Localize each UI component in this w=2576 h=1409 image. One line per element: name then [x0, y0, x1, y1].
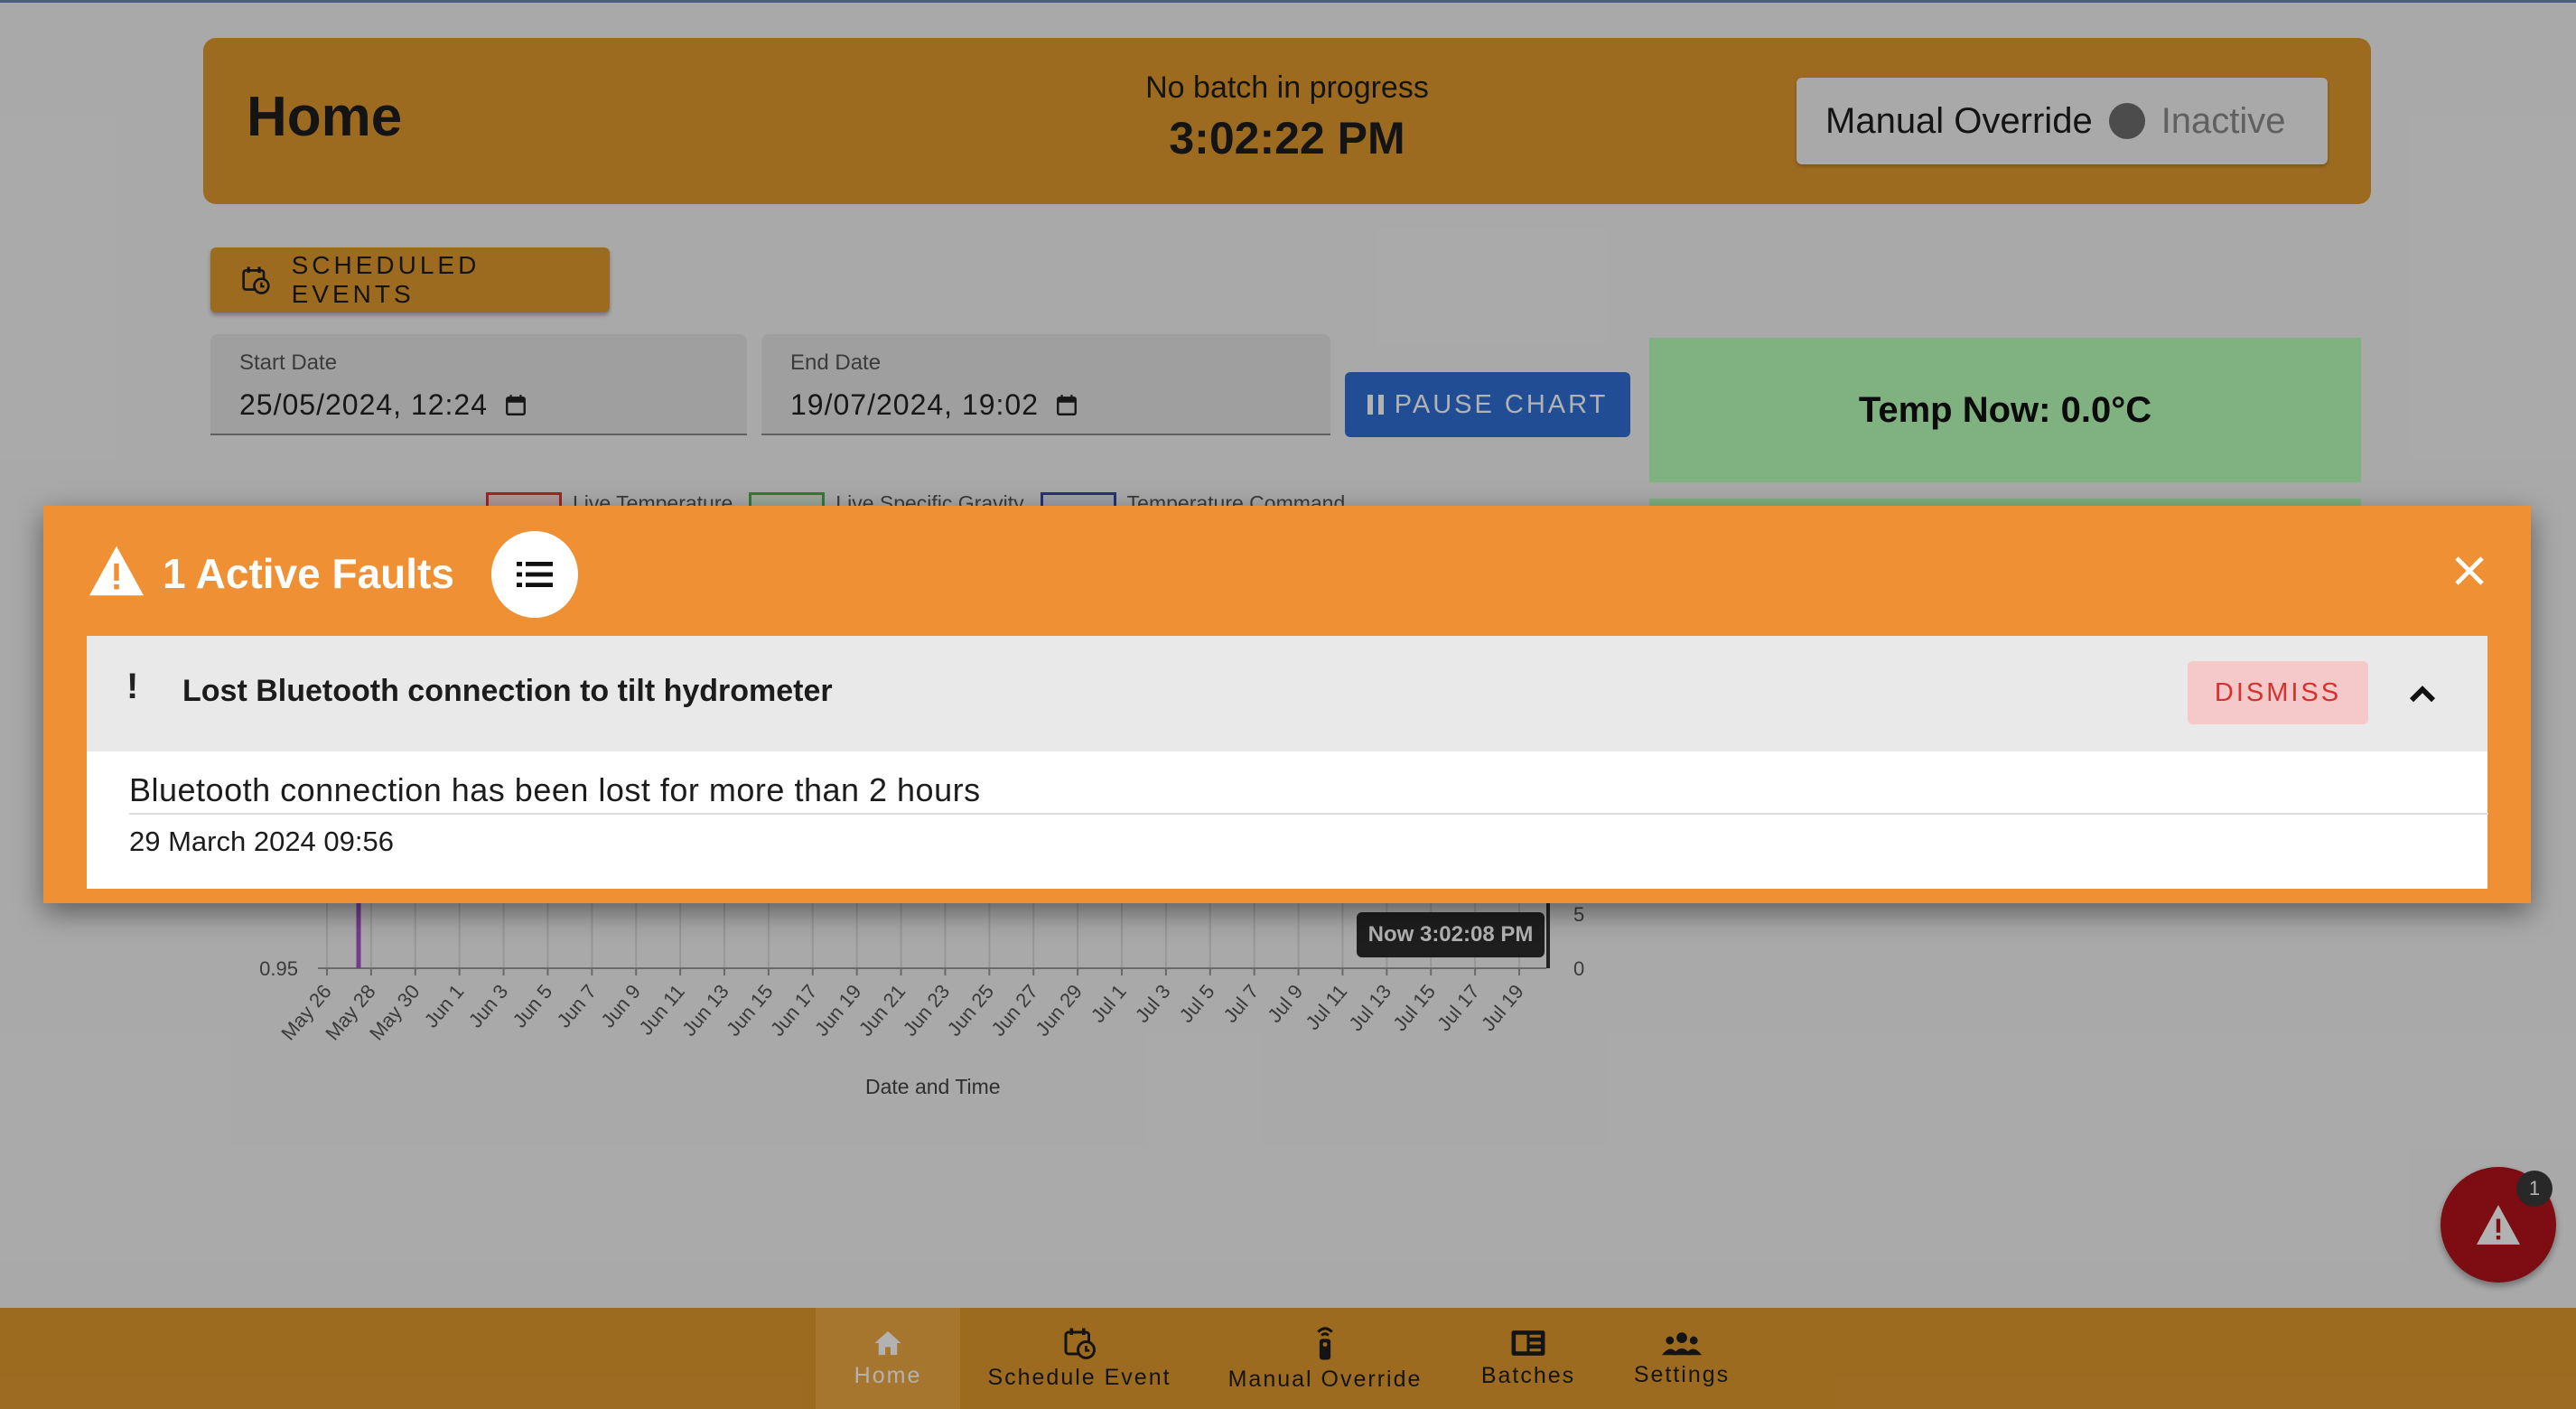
fault-description: Bluetooth connection has been lost for m… [129, 771, 981, 808]
fault-item-header[interactable]: ! Lost Bluetooth connection to tilt hydr… [87, 636, 2487, 751]
divider [129, 813, 2488, 815]
warning-icon [89, 546, 144, 596]
dismiss-button[interactable]: DISMISS [2188, 661, 2368, 724]
chevron-up-icon[interactable] [2401, 672, 2444, 715]
exclamation-icon: ! [126, 667, 139, 706]
fault-name: Lost Bluetooth connection to tilt hydrom… [182, 674, 833, 708]
close-icon[interactable] [2451, 553, 2487, 589]
fault-list-button[interactable] [491, 531, 578, 618]
fault-item: ! Lost Bluetooth connection to tilt hydr… [87, 636, 2488, 889]
active-faults-dialog: 1 Active Faults ! Lost Bluetooth connect… [43, 506, 2531, 903]
list-icon [517, 562, 553, 587]
fault-timestamp: 29 March 2024 09:56 [129, 826, 394, 857]
faults-title: 1 Active Faults [163, 550, 454, 597]
